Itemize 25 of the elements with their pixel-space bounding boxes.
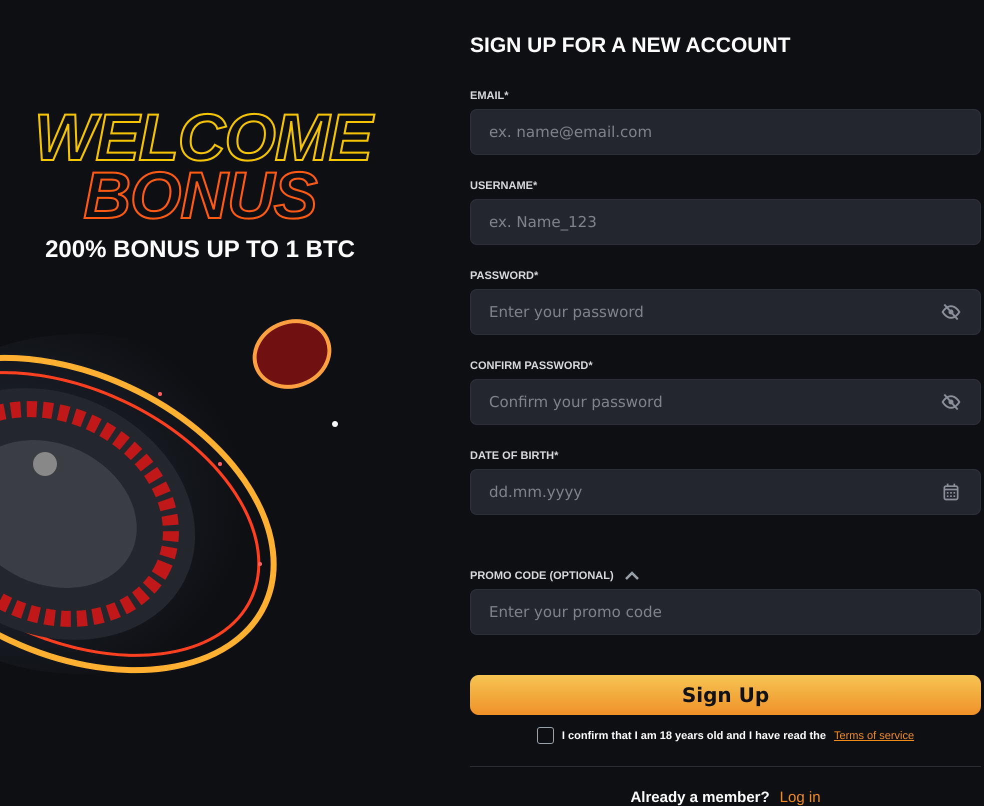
eye-off-icon[interactable] — [941, 302, 961, 322]
password-field[interactable]: Confirm your password — [470, 379, 981, 425]
sign-up-button[interactable]: Sign Up — [470, 675, 981, 716]
input-field[interactable]: ex. Name_123 — [470, 199, 981, 245]
field-label: PROMO CODE (OPTIONAL) — [470, 569, 614, 583]
checkbox[interactable] — [536, 727, 554, 744]
eye-off-icon[interactable] — [941, 392, 961, 412]
form-title: SIGN UP FOR A NEW ACCOUNT — [470, 33, 792, 59]
chevron-icon[interactable] — [624, 571, 640, 581]
field-label: DATE OF BIRTH* — [470, 449, 560, 463]
field-label: EMAIL* — [470, 89, 510, 103]
field-label: USERNAME* — [470, 179, 538, 193]
date-field[interactable]: dd.mm.yyyy — [470, 469, 981, 515]
input-field[interactable]: Enter your promo code — [470, 589, 981, 635]
consent-text: I confirm that I am 18 years old and I have read the — [562, 730, 826, 742]
password-field[interactable]: Enter your password — [470, 289, 981, 335]
login-link[interactable]: Log in — [780, 789, 821, 806]
bonus-headline: BONUS — [83, 166, 317, 224]
calendar-icon[interactable] — [941, 482, 961, 502]
member-prompt: Already a member? — [630, 789, 770, 806]
field-label: CONFIRM PASSWORD* — [470, 359, 594, 373]
terms-link[interactable]: Terms of service — [834, 730, 914, 742]
bonus-offer: 200% BONUS UP TO 1 BTC — [45, 236, 355, 264]
input-field[interactable]: ex. name@email.com — [470, 109, 981, 155]
field-label: PASSWORD* — [470, 269, 540, 283]
